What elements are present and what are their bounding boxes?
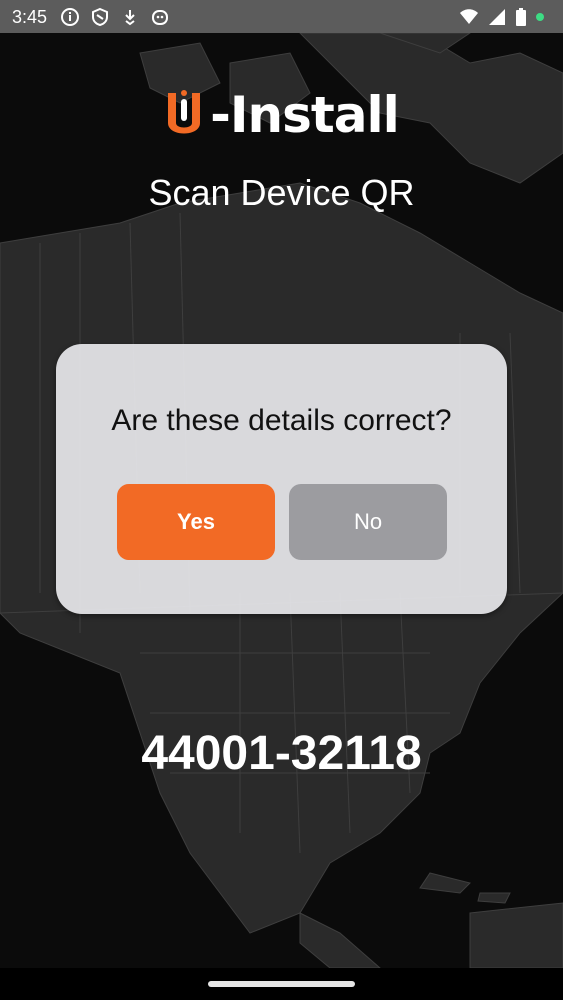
battery-icon: [516, 8, 526, 26]
yes-button[interactable]: Yes: [117, 484, 275, 560]
navigation-bar: [0, 968, 563, 1000]
status-time: 3:45: [12, 7, 48, 27]
status-bar: 3:45: [0, 0, 563, 33]
no-button[interactable]: No: [289, 484, 447, 560]
download-icon: [125, 10, 135, 26]
status-icons-left: [60, 7, 170, 27]
u-logo-icon: [168, 90, 201, 134]
logo-text: -Install: [210, 86, 400, 144]
shield-icon: [92, 7, 108, 27]
confirm-dialog: Are these details correct? Yes No: [56, 344, 507, 614]
page-title: Scan Device QR: [148, 172, 415, 213]
dot-icon: [536, 13, 544, 21]
wifi-icon: [460, 9, 478, 24]
face-icon: [152, 10, 168, 25]
signal-icon: [489, 9, 505, 25]
info-icon: [61, 8, 79, 26]
home-gesture-handle[interactable]: [208, 981, 355, 987]
device-id: 44001-32118: [141, 727, 422, 780]
status-icons-right: [459, 7, 545, 27]
app-logo: -Install: [0, 80, 563, 150]
dialog-question: Are these details correct?: [111, 404, 452, 437]
